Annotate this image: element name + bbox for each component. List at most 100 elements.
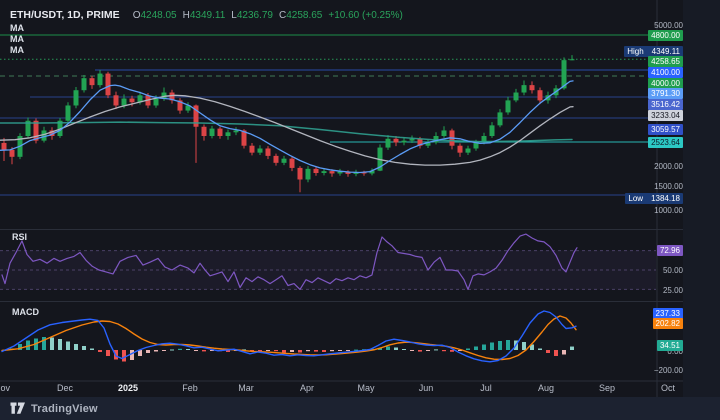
candle-body [201, 126, 207, 136]
candle-body [257, 148, 263, 153]
candle-body [441, 130, 447, 136]
change-value: +10.60 (+0.25%) [328, 10, 403, 21]
symbol-title[interactable]: ETH/USDT, 1D, PRIME [10, 9, 120, 21]
price-label-badge: 4000.00 [648, 77, 683, 89]
time-axis-label-nov: Nov [0, 383, 11, 393]
time-axis-label-sep: Sep [598, 383, 616, 393]
macd-histogram-bar [434, 349, 438, 351]
price-label-badge: 4100.00 [648, 66, 683, 78]
candle-body [97, 73, 103, 86]
price-label-badge: 3516.42 [648, 99, 683, 110]
ma-indicator-label-2[interactable]: MA [10, 34, 24, 44]
macd-histogram-bar [410, 350, 414, 351]
time-axis-label-oct: Oct [660, 383, 676, 393]
macd-histogram-bar [546, 350, 550, 353]
candle-body [225, 132, 231, 136]
time-axis-label-mar: Mar [238, 383, 254, 393]
candle-body [209, 128, 215, 136]
price-tick-label: 1500.00 [654, 181, 683, 191]
macd-histogram-bar [482, 344, 486, 350]
macd-histogram-bar [570, 346, 574, 350]
candle-body [105, 73, 111, 96]
price-label-badge: 34.51 [656, 339, 683, 351]
macd-histogram-bar [266, 350, 270, 351]
macd-histogram-bar [418, 350, 422, 352]
candle-body [89, 78, 95, 86]
candle-body [305, 168, 311, 180]
candle-body [153, 98, 159, 106]
macd-histogram-bar [394, 347, 398, 350]
macd-pane-label[interactable]: MACD [12, 307, 39, 317]
price-label-badge: High 4349.11 [624, 45, 683, 57]
macd-histogram-bar [122, 350, 126, 362]
chart-canvas[interactable] [0, 0, 720, 397]
macd-histogram-bar [298, 350, 302, 353]
candle-body [41, 130, 47, 141]
scale-outer-margin [683, 0, 720, 397]
macd-histogram-bar [98, 350, 102, 352]
macd-histogram-bar [130, 350, 134, 360]
candle-body [513, 92, 519, 101]
macd-histogram-bar [162, 350, 166, 351]
ma-indicator-label-1[interactable]: MA [10, 23, 24, 33]
macd-histogram-bar [50, 337, 54, 350]
price-tick-label: 1000.00 [654, 205, 683, 215]
macd-histogram-bar [522, 342, 526, 350]
time-axis-label-2025: 2025 [117, 383, 139, 393]
candle-body [73, 90, 79, 106]
macd-histogram-bar [186, 349, 190, 350]
candle-body [265, 148, 271, 156]
price-label-badge: 2523.64 [648, 137, 683, 148]
close-value: 4258.65 [286, 10, 323, 21]
price-tick-label: 50.00 [662, 265, 683, 275]
macd-histogram-bar [322, 350, 326, 352]
time-axis-label-jul: Jul [480, 383, 492, 393]
macd-histogram-bar [154, 350, 158, 352]
candle-body [529, 85, 535, 91]
candle-body [121, 98, 127, 106]
candle-body [497, 112, 503, 126]
tradingview-logo-icon[interactable] [10, 402, 26, 415]
macd-histogram-bar [202, 350, 206, 352]
ma-indicator-label-3[interactable]: MA [10, 45, 24, 55]
macd-histogram-bar [330, 350, 334, 352]
macd-histogram-bar [314, 350, 318, 352]
macd-histogram-bar [554, 350, 558, 356]
time-axis-label-dec: Dec [56, 383, 74, 393]
candle-body [289, 158, 295, 168]
tradingview-brand-text[interactable]: TradingView [31, 403, 98, 415]
candle-body [401, 140, 407, 143]
symbol-legend[interactable]: ETH/USDT, 1D, PRIME O4248.05 H4349.11 L4236… [10, 9, 403, 21]
macd-histogram-bar [426, 350, 430, 351]
price-tick-label: −200.00 [653, 365, 683, 375]
price-label-prefix: High [627, 46, 644, 56]
macd-histogram-bar [106, 350, 110, 356]
macd-histogram-bar [506, 340, 510, 350]
time-axis-label-feb: Feb [182, 383, 198, 393]
candle-body [281, 158, 287, 163]
macd-histogram-bar [474, 346, 478, 350]
candle-body [81, 78, 87, 91]
macd-histogram-bar [282, 350, 286, 353]
candle-body [537, 90, 543, 101]
candle-body [521, 85, 527, 93]
candle-body [129, 98, 135, 103]
candle-body [457, 145, 463, 153]
tradingview-chart-app: ETH/USDT, 1D, PRIME O4248.05 H4349.11 L4236… [0, 0, 720, 420]
candle-body [113, 95, 119, 106]
rsi-pane-label[interactable]: RSI [12, 232, 27, 242]
macd-histogram-bar [346, 350, 350, 351]
time-axis-label-jun: Jun [418, 383, 434, 393]
candle-body [321, 171, 327, 173]
candle-body [385, 138, 391, 148]
macd-histogram-bar [146, 350, 150, 353]
low-value: 4236.79 [236, 10, 273, 21]
time-axis-label-may: May [357, 383, 375, 393]
price-label-badge: Low 1384.18 [625, 192, 683, 204]
macd-histogram-bar [74, 344, 78, 350]
macd-histogram-bar [402, 349, 406, 350]
macd-histogram-bar [466, 348, 470, 350]
candle-body [233, 130, 239, 133]
macd-histogram-bar [274, 350, 278, 352]
price-label-badge: 237.33 [652, 307, 683, 319]
